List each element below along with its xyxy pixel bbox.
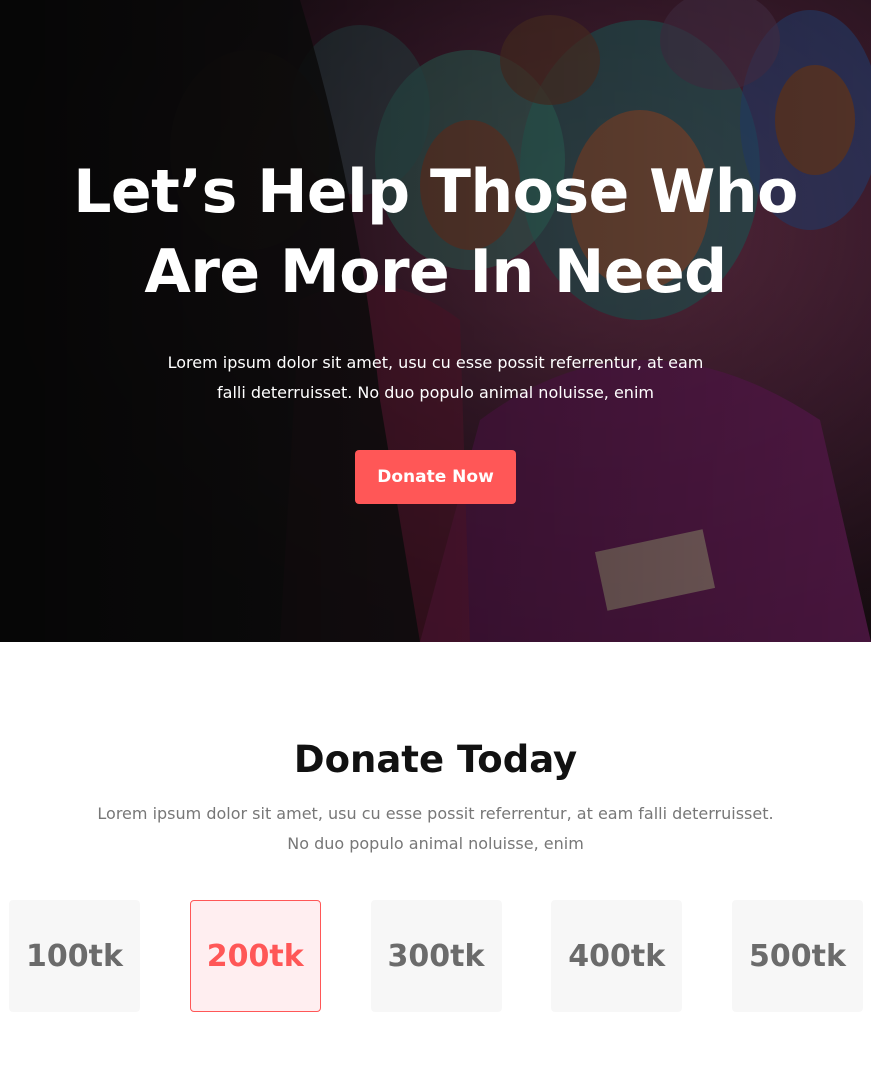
donate-now-button[interactable]: Donate Now [355,450,516,504]
amount-option-300[interactable]: 300tk [370,900,502,1012]
amount-option-200[interactable]: 200tk [189,900,321,1012]
hero-section: Let’s Help Those Who Are More In Need Lo… [0,0,871,642]
donate-title: Donate Today [293,738,578,781]
donation-amount-options: 100tk 200tk 300tk 400tk 500tk [9,900,863,1012]
amount-option-500[interactable]: 500tk [732,900,863,1012]
amount-option-400[interactable]: 400tk [551,900,683,1012]
hero-title: Let’s Help Those Who Are More In Need [73,157,798,307]
donate-section: Donate Today Lorem ipsum dolor sit amet,… [0,642,871,1065]
hero-description: Lorem ipsum dolor sit amet, usu cu esse … [167,353,704,402]
donate-description: Lorem ipsum dolor sit amet, usu cu esse … [97,804,774,853]
hero-content: Let’s Help Those Who Are More In Need Lo… [0,0,871,642]
amount-option-100[interactable]: 100tk [9,900,140,1012]
